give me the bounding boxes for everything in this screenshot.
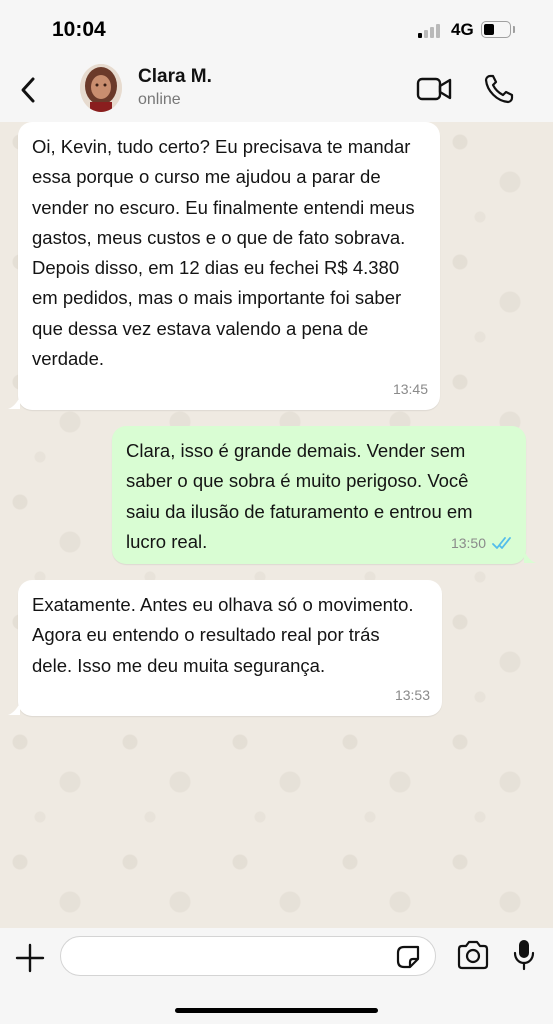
- battery-icon: [481, 21, 511, 38]
- message-text: Oi, Kevin, tudo certo? Eu precisava te m…: [32, 136, 415, 370]
- message-meta: 13:53: [395, 680, 430, 710]
- message-meta: 13:50: [451, 528, 514, 558]
- phone-icon[interactable]: [482, 72, 516, 106]
- contact-status: online: [138, 91, 181, 108]
- bubble-tail: [524, 551, 536, 563]
- avatar[interactable]: [80, 64, 122, 112]
- chat-messages-area[interactable]: Oi, Kevin, tudo certo? Eu precisava te m…: [0, 122, 553, 928]
- message-bubble-outgoing[interactable]: Clara, isso é grande demais. Vender sem …: [112, 426, 526, 564]
- camera-icon[interactable]: [456, 940, 490, 970]
- message-bubble-incoming[interactable]: Oi, Kevin, tudo certo? Eu precisava te m…: [18, 122, 440, 410]
- microphone-icon[interactable]: [512, 938, 536, 972]
- video-call-icon[interactable]: [416, 74, 454, 104]
- status-bar: 10:04 4G: [0, 0, 553, 56]
- battery-tip: [513, 26, 515, 33]
- message-time: 13:50: [450, 534, 486, 551]
- message-time: 13:53: [394, 686, 430, 703]
- double-check-icon: [492, 536, 511, 549]
- back-chevron-icon[interactable]: [14, 74, 44, 106]
- message-meta: 13:45: [393, 374, 428, 404]
- message-input[interactable]: [60, 936, 436, 976]
- battery-level: [484, 24, 494, 35]
- cellular-signal-icon: [418, 22, 444, 38]
- home-indicator[interactable]: [175, 1008, 378, 1013]
- message-text: Exatamente. Antes eu olhava só o movimen…: [32, 594, 414, 676]
- bubble-tail: [8, 703, 20, 715]
- message-input-bar: [0, 928, 553, 1024]
- sticker-icon[interactable]: [394, 943, 422, 971]
- plus-icon[interactable]: [14, 942, 46, 974]
- chat-header: Clara M. online: [0, 56, 553, 122]
- network-type: 4G: [451, 20, 474, 39]
- contact-name[interactable]: Clara M.: [138, 66, 212, 88]
- bubble-tail: [8, 397, 20, 409]
- status-time: 10:04: [52, 18, 106, 41]
- message-bubble-incoming[interactable]: Exatamente. Antes eu olhava só o movimen…: [18, 580, 442, 716]
- message-time: 13:45: [392, 380, 428, 397]
